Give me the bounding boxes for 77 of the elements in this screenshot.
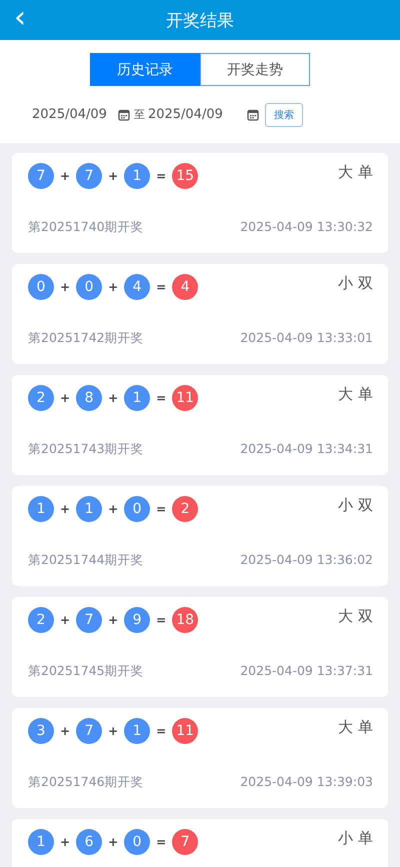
result-label: 小 双 bbox=[338, 274, 373, 293]
draw-time: 2025-04-09 13:37:31 bbox=[240, 663, 373, 680]
number-ball: 1 bbox=[76, 496, 102, 522]
number-ball: 1 bbox=[124, 163, 150, 189]
operator: = bbox=[156, 391, 166, 405]
operator: = bbox=[156, 280, 166, 294]
result-label: 大 双 bbox=[338, 607, 373, 626]
number-ball: 8 bbox=[76, 385, 102, 411]
number-ball: 0 bbox=[76, 274, 102, 300]
issue-number: 第20251740期开奖 bbox=[28, 219, 144, 236]
number-ball: 2 bbox=[28, 607, 54, 633]
number-ball: 1 bbox=[124, 385, 150, 411]
issue-number: 第20251743期开奖 bbox=[28, 441, 144, 458]
tab[interactable]: 历史记录 bbox=[90, 53, 200, 86]
number-ball: 2 bbox=[28, 385, 54, 411]
result-label: 小 双 bbox=[338, 496, 373, 515]
number-ball: 1 bbox=[124, 718, 150, 744]
end-date[interactable]: 2025/04/09 bbox=[148, 107, 223, 122]
operator: + bbox=[60, 724, 70, 738]
operator: = bbox=[156, 502, 166, 516]
operator: + bbox=[108, 502, 118, 516]
number-ball: 0 bbox=[124, 496, 150, 522]
range-separator: 至 bbox=[134, 107, 145, 122]
result-label: 大 单 bbox=[338, 385, 373, 404]
tab[interactable]: 开奖走势 bbox=[200, 53, 310, 86]
draw-time: 2025-04-09 13:36:02 bbox=[240, 552, 373, 569]
number-ball: 1 bbox=[28, 829, 54, 855]
issue-number: 第20251746期开奖 bbox=[28, 774, 144, 791]
result-label: 大 单 bbox=[338, 163, 373, 182]
draw-time: 2025-04-09 13:39:03 bbox=[240, 774, 373, 791]
operator: = bbox=[156, 169, 166, 183]
operator: + bbox=[108, 169, 118, 183]
draw-time: 2025-04-09 13:33:01 bbox=[240, 330, 373, 347]
search-button[interactable]: 搜索 bbox=[264, 102, 303, 126]
number-ball: 3 bbox=[28, 718, 54, 744]
operator: + bbox=[108, 613, 118, 627]
operator: = bbox=[156, 835, 166, 849]
issue-number: 第20251742期开奖 bbox=[28, 330, 144, 347]
sum-ball: 11 bbox=[172, 718, 198, 744]
number-ball: 7 bbox=[76, 718, 102, 744]
sum-ball: 15 bbox=[172, 163, 198, 189]
draw-time: 2025-04-09 13:34:31 bbox=[240, 441, 373, 458]
number-ball: 0 bbox=[28, 274, 54, 300]
sum-ball: 18 bbox=[172, 607, 198, 633]
operator: + bbox=[108, 835, 118, 849]
page-title: 开奖结果 bbox=[166, 10, 234, 32]
calendar-icon[interactable] bbox=[118, 108, 130, 120]
number-ball: 9 bbox=[124, 607, 150, 633]
operator: + bbox=[108, 391, 118, 405]
operator: + bbox=[60, 613, 70, 627]
sum-ball: 2 bbox=[172, 496, 198, 522]
sum-ball: 7 bbox=[172, 829, 198, 855]
result-label: 小 单 bbox=[338, 829, 373, 848]
operator: + bbox=[60, 169, 70, 183]
number-ball: 4 bbox=[124, 274, 150, 300]
number-ball: 1 bbox=[28, 496, 54, 522]
result-label: 大 单 bbox=[338, 718, 373, 737]
operator: + bbox=[60, 502, 70, 516]
number-ball: 7 bbox=[76, 607, 102, 633]
number-ball: 7 bbox=[76, 163, 102, 189]
sum-ball: 11 bbox=[172, 385, 198, 411]
issue-number: 第20251745期开奖 bbox=[28, 663, 144, 680]
start-date[interactable]: 2025/04/09 bbox=[32, 107, 107, 122]
number-ball: 6 bbox=[76, 829, 102, 855]
number-ball: 7 bbox=[28, 163, 54, 189]
operator: = bbox=[156, 613, 166, 627]
operator: + bbox=[60, 280, 70, 294]
issue-number: 第20251744期开奖 bbox=[28, 552, 144, 569]
number-ball: 0 bbox=[124, 829, 150, 855]
operator: + bbox=[60, 391, 70, 405]
operator: + bbox=[60, 835, 70, 849]
operator: + bbox=[108, 724, 118, 738]
calendar-icon[interactable] bbox=[246, 108, 259, 120]
operator: + bbox=[108, 280, 118, 294]
sum-ball: 4 bbox=[172, 274, 198, 300]
operator: = bbox=[156, 724, 166, 738]
draw-time: 2025-04-09 13:30:32 bbox=[240, 219, 373, 236]
